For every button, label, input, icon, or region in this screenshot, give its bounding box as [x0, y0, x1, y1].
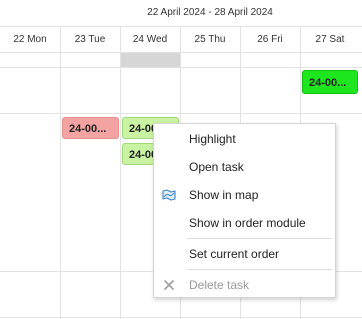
menu-item-highlight[interactable]: Highlight	[154, 128, 335, 150]
menu-item-show-in-map[interactable]: Show in map	[154, 184, 335, 206]
grid-line	[0, 26, 362, 27]
map-icon	[162, 188, 176, 202]
grid-line	[120, 26, 121, 319]
task-context-menu: Highlight Open task Show in map Show in …	[153, 123, 336, 298]
grid-line	[0, 317, 362, 318]
menu-item-label: Highlight	[189, 132, 236, 146]
task-block[interactable]: 24-00...	[62, 117, 119, 139]
grid-line	[0, 67, 362, 68]
grid-line	[60, 26, 61, 319]
menu-separator	[187, 269, 332, 270]
day-header[interactable]: 24 Wed	[120, 34, 180, 46]
day-header[interactable]: 27 Sat	[300, 34, 360, 46]
grid-line	[0, 113, 362, 114]
day-header[interactable]: 25 Thu	[180, 34, 240, 46]
menu-item-label: Open task	[189, 160, 244, 174]
day-header[interactable]: 26 Fri	[240, 34, 300, 46]
day-header[interactable]: 22 Mon	[0, 34, 60, 46]
task-block[interactable]: 24-00...	[302, 70, 358, 94]
day-header[interactable]: 23 Tue	[60, 34, 120, 46]
date-range-title: 22 April 2024 - 28 April 2024	[147, 7, 273, 18]
menu-item-show-in-order-module[interactable]: Show in order module	[154, 212, 335, 234]
close-icon	[162, 278, 176, 292]
menu-item-set-current-order[interactable]: Set current order	[154, 243, 335, 265]
menu-separator	[187, 238, 332, 239]
menu-item-label: Show in order module	[189, 216, 306, 230]
menu-item-label: Set current order	[189, 247, 280, 261]
menu-item-label: Delete task	[189, 278, 250, 292]
grid-line	[0, 52, 362, 53]
menu-item-label: Show in map	[189, 188, 259, 202]
current-day-marker	[121, 53, 180, 67]
menu-item-open-task[interactable]: Open task	[154, 156, 335, 178]
menu-item-delete-task[interactable]: Delete task	[154, 274, 335, 296]
